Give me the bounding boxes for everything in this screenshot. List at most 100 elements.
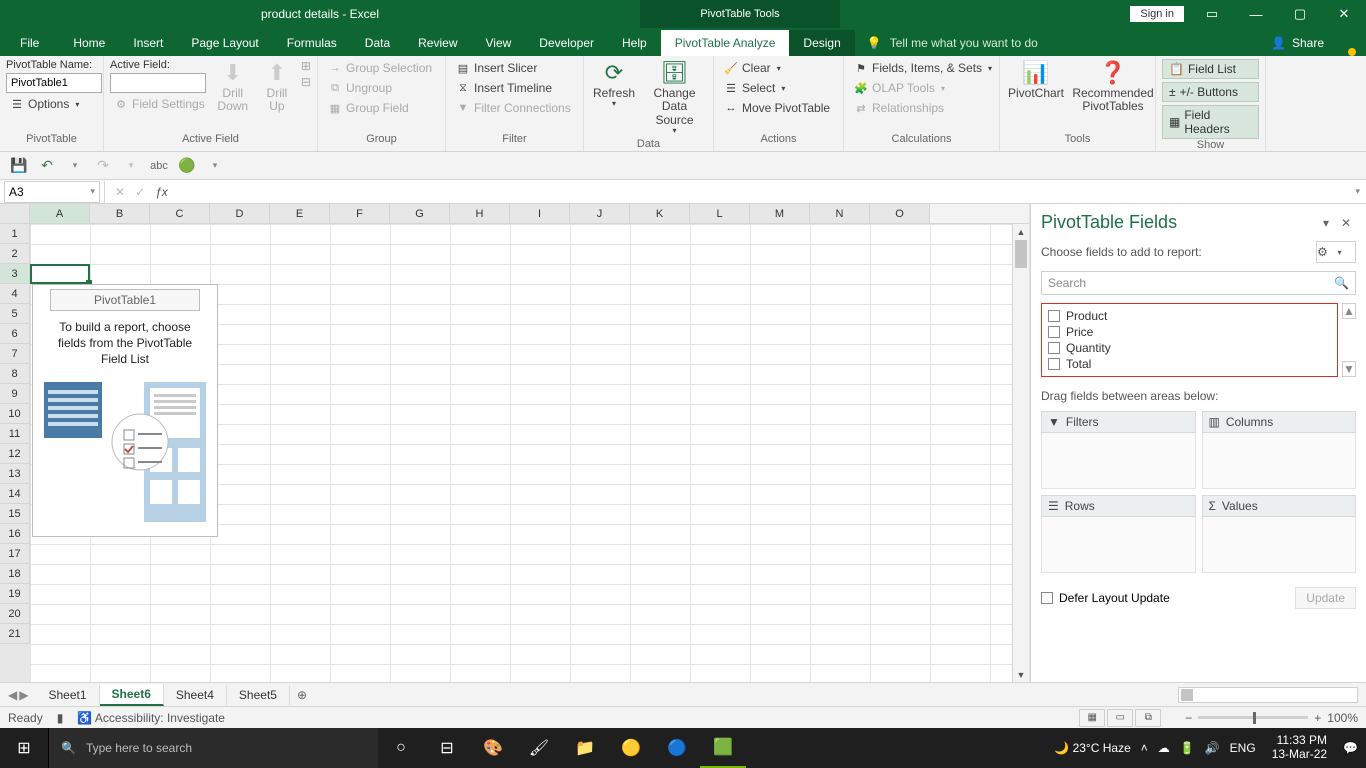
column-header[interactable]: J (570, 204, 630, 223)
row-header[interactable]: 1 (0, 224, 30, 244)
relationships-button[interactable]: ⇄Relationships (850, 99, 996, 117)
tab-view[interactable]: View (472, 30, 526, 56)
columns-area[interactable]: ▥Columns (1202, 411, 1357, 489)
move-pivottable-button[interactable]: ↔Move PivotTable (720, 99, 834, 117)
redo-dropdown-icon[interactable]: ▾ (120, 155, 142, 177)
taskbar-app-excel[interactable]: 🟩 (700, 728, 746, 768)
tab-file[interactable]: File (0, 30, 59, 56)
redo-icon[interactable]: ↷ (92, 155, 114, 177)
expand-icon[interactable]: ⊞ (301, 59, 311, 73)
active-field-input[interactable] (110, 73, 206, 93)
sheet-nav-first-icon[interactable]: ◀ (8, 688, 17, 702)
drill-up-button[interactable]: ⬆Drill Up (257, 59, 297, 116)
group-selection-button[interactable]: →Group Selection (324, 59, 436, 77)
pivotchart-button[interactable]: 📊PivotChart (1006, 59, 1066, 102)
refresh-button[interactable]: ⟳Refresh▾ (590, 59, 638, 111)
sheet-tab[interactable]: Sheet1 (36, 685, 99, 705)
undo-icon[interactable]: ↶ (36, 155, 58, 177)
pane-close-icon[interactable]: ✕ (1336, 216, 1356, 230)
column-header[interactable]: E (270, 204, 330, 223)
active-cell[interactable] (30, 264, 90, 284)
row-header[interactable]: 7 (0, 344, 30, 364)
row-header[interactable]: 11 (0, 424, 30, 444)
row-header[interactable]: 19 (0, 584, 30, 604)
tab-design[interactable]: Design (789, 30, 854, 56)
select-all-corner[interactable] (0, 204, 30, 223)
row-header[interactable]: 3 (0, 264, 30, 284)
chevron-down-icon[interactable]: ▾ (90, 186, 95, 197)
pane-dropdown-icon[interactable]: ▾ (1316, 216, 1336, 230)
field-settings-button[interactable]: ⚙Field Settings (110, 95, 209, 113)
column-header[interactable]: D (210, 204, 270, 223)
row-header[interactable]: 21 (0, 624, 30, 644)
taskbar-app-explorer[interactable]: 📁 (562, 728, 608, 768)
defer-layout-checkbox[interactable] (1041, 592, 1053, 604)
vertical-scrollbar[interactable]: ▲ ▼ (1012, 224, 1029, 682)
tray-chevron-icon[interactable]: ˄ (1141, 741, 1148, 755)
column-header[interactable]: M (750, 204, 810, 223)
row-header[interactable]: 4 (0, 284, 30, 304)
share-button[interactable]: 👤 Share (1257, 30, 1338, 56)
recommended-pivottables-button[interactable]: ❓Recommended PivotTables (1070, 59, 1156, 116)
zoom-level[interactable]: 100% (1327, 711, 1358, 725)
column-header[interactable]: N (810, 204, 870, 223)
tab-help[interactable]: Help (608, 30, 661, 56)
row-header[interactable]: 17 (0, 544, 30, 564)
taskbar-app-word[interactable]: 🔵 (654, 728, 700, 768)
zoom-in-button[interactable]: + (1314, 711, 1321, 725)
taskbar-app-paint[interactable]: 🎨 (470, 728, 516, 768)
pane-layout-button[interactable]: ⚙▾ (1316, 241, 1356, 263)
save-icon[interactable]: 💾 (8, 155, 30, 177)
row-header[interactable]: 5 (0, 304, 30, 324)
change-data-source-button[interactable]: 🗄Change Data Source▾ (642, 59, 707, 138)
row-header[interactable]: 8 (0, 364, 30, 384)
row-header[interactable]: 20 (0, 604, 30, 624)
page-layout-view-button[interactable]: ▭ (1107, 709, 1133, 727)
tray-volume-icon[interactable]: 🔊 (1205, 741, 1220, 755)
tray-clock[interactable]: 11:33 PM 13-Mar-22 (1266, 734, 1333, 762)
sheet-tab[interactable]: Sheet4 (164, 685, 227, 705)
taskbar-search[interactable]: 🔍 Type here to search (48, 728, 378, 768)
column-header[interactable]: B (90, 204, 150, 223)
tab-review[interactable]: Review (404, 30, 471, 56)
customize-qat-icon[interactable]: ▾ (204, 155, 226, 177)
field-item-product[interactable]: Product (1044, 308, 1335, 324)
checkbox[interactable] (1048, 310, 1060, 322)
sign-in-button[interactable]: Sign in (1130, 6, 1184, 22)
fields-search-input[interactable]: Search 🔍 (1041, 271, 1356, 295)
page-break-view-button[interactable]: ⧉ (1135, 709, 1161, 727)
tab-pivottable-analyze[interactable]: PivotTable Analyze (661, 30, 790, 56)
close-button[interactable]: ✕ (1322, 0, 1366, 28)
insert-slicer-button[interactable]: ▤Insert Slicer (452, 59, 575, 77)
column-header[interactable]: C (150, 204, 210, 223)
tab-formulas[interactable]: Formulas (273, 30, 351, 56)
drill-down-button[interactable]: ⬇Drill Down (213, 59, 253, 116)
ungroup-button[interactable]: ⧉Ungroup (324, 79, 436, 97)
field-list-toggle[interactable]: 📋Field List (1162, 59, 1259, 79)
column-header[interactable]: F (330, 204, 390, 223)
scrollbar-thumb[interactable] (1181, 689, 1193, 701)
zoom-out-button[interactable]: − (1185, 711, 1192, 725)
checkbox[interactable] (1048, 342, 1060, 354)
row-header[interactable]: 9 (0, 384, 30, 404)
row-header[interactable]: 16 (0, 524, 30, 544)
scroll-up-icon[interactable]: ▲ (1013, 224, 1029, 239)
field-item-quantity[interactable]: Quantity (1044, 340, 1335, 356)
tray-battery-icon[interactable]: 🔋 (1180, 741, 1195, 755)
minimize-button[interactable]: — (1234, 0, 1278, 28)
field-item-price[interactable]: Price (1044, 324, 1335, 340)
tab-data[interactable]: Data (351, 30, 404, 56)
tab-insert[interactable]: Insert (119, 30, 177, 56)
tray-language[interactable]: ENG (1230, 741, 1256, 755)
olap-tools-button[interactable]: 🧩OLAP Tools▾ (850, 79, 996, 97)
row-header[interactable]: 15 (0, 504, 30, 524)
field-item-total[interactable]: Total (1044, 356, 1335, 372)
taskbar-app-paint3d[interactable]: 🖌 (516, 728, 562, 768)
cancel-formula-icon[interactable]: ✕ (115, 185, 125, 199)
weather-widget[interactable]: 🌙 23°C Haze (1054, 741, 1130, 755)
clear-button[interactable]: 🧹Clear▾ (720, 59, 834, 77)
values-area[interactable]: ΣValues (1202, 495, 1357, 573)
pivottable-name-input[interactable] (6, 73, 102, 93)
tab-home[interactable]: Home (59, 30, 119, 56)
column-header[interactable]: A (30, 204, 90, 223)
